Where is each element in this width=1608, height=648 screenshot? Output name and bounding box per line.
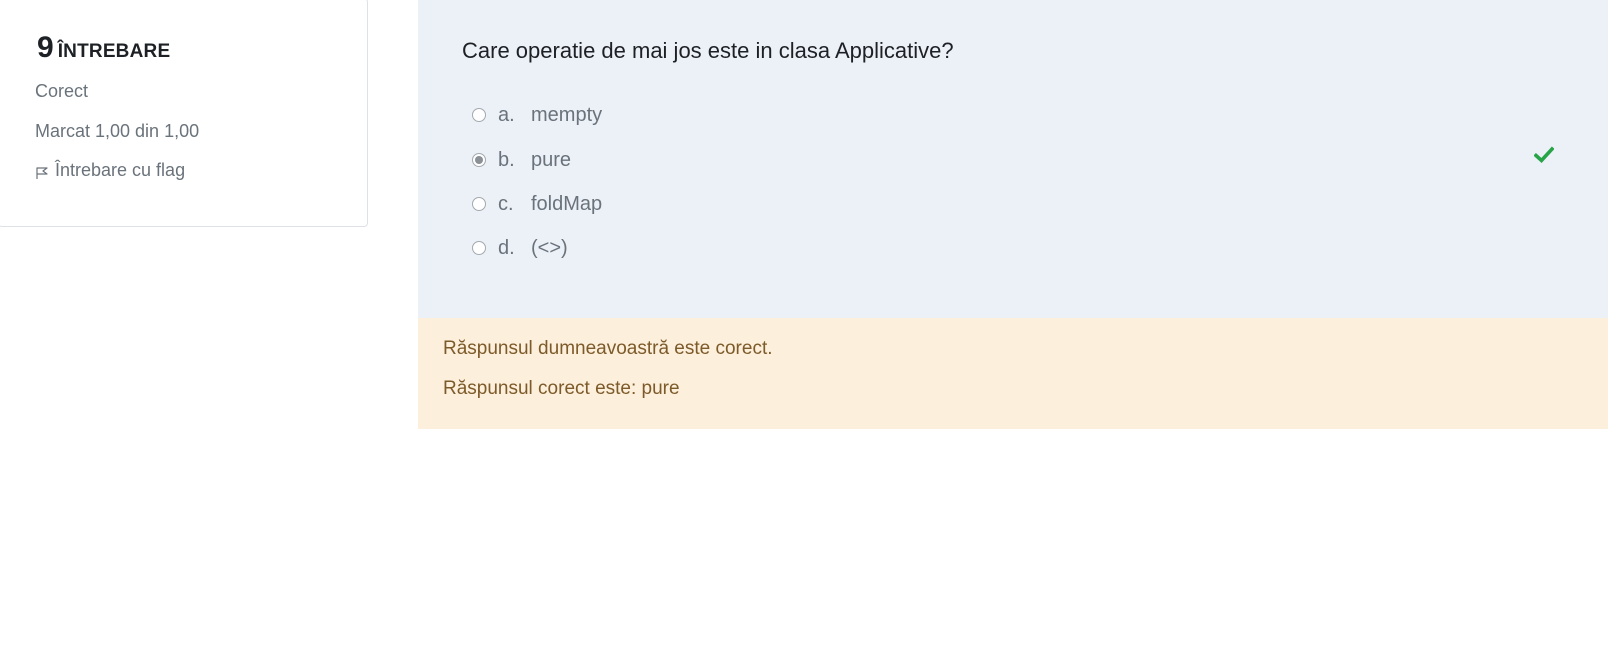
- answer-letter: a.: [498, 103, 515, 126]
- answer-option-d[interactable]: d. (<>): [472, 234, 568, 262]
- flag-question-link[interactable]: Întrebare cu flag: [35, 160, 185, 181]
- answer-text: pure: [531, 148, 572, 171]
- answer-letter: c.: [498, 192, 514, 215]
- flag-label: Întrebare cu flag: [55, 160, 186, 180]
- answer-letter: b.: [498, 148, 515, 171]
- question-state: Corect: [35, 81, 89, 101]
- answer-text: (<>): [531, 236, 568, 259]
- answer-option-b[interactable]: b. pure: [472, 146, 571, 174]
- question-header: 9 ÎNTREBARE: [37, 31, 170, 65]
- answer-option-c[interactable]: c. foldMap: [472, 190, 602, 218]
- answer-text: foldMap: [531, 192, 603, 215]
- feedback-panel: Răspunsul dumneavoastră este corect. Răs…: [418, 318, 1608, 429]
- radio-button[interactable]: [472, 197, 486, 211]
- radio-button-selected[interactable]: [472, 153, 486, 167]
- question-info-card: 9 ÎNTREBARE Corect Marcat 1,00 din 1,00 Î…: [0, 0, 368, 227]
- question-panel: Care operatie de mai jos este in clasa A…: [418, 0, 1608, 318]
- question-label: ÎNTREBARE: [57, 41, 171, 62]
- correct-answer-feedback: Răspunsul corect este: pure: [443, 378, 680, 399]
- radio-button[interactable]: [472, 241, 486, 255]
- radio-button[interactable]: [472, 108, 486, 122]
- general-feedback: Răspunsul dumneavoastră este corect.: [443, 338, 773, 359]
- question-number: 9: [37, 31, 54, 64]
- question-text: Care operatie de mai jos este in clasa A…: [462, 38, 954, 63]
- answer-text: mempty: [531, 103, 603, 126]
- flag-icon: [36, 166, 48, 179]
- answer-option-a[interactable]: a. mempty: [472, 101, 602, 129]
- check-icon: [1534, 146, 1554, 164]
- question-grade: Marcat 1,00 din 1,00: [35, 121, 200, 141]
- answer-letter: d.: [498, 236, 515, 259]
